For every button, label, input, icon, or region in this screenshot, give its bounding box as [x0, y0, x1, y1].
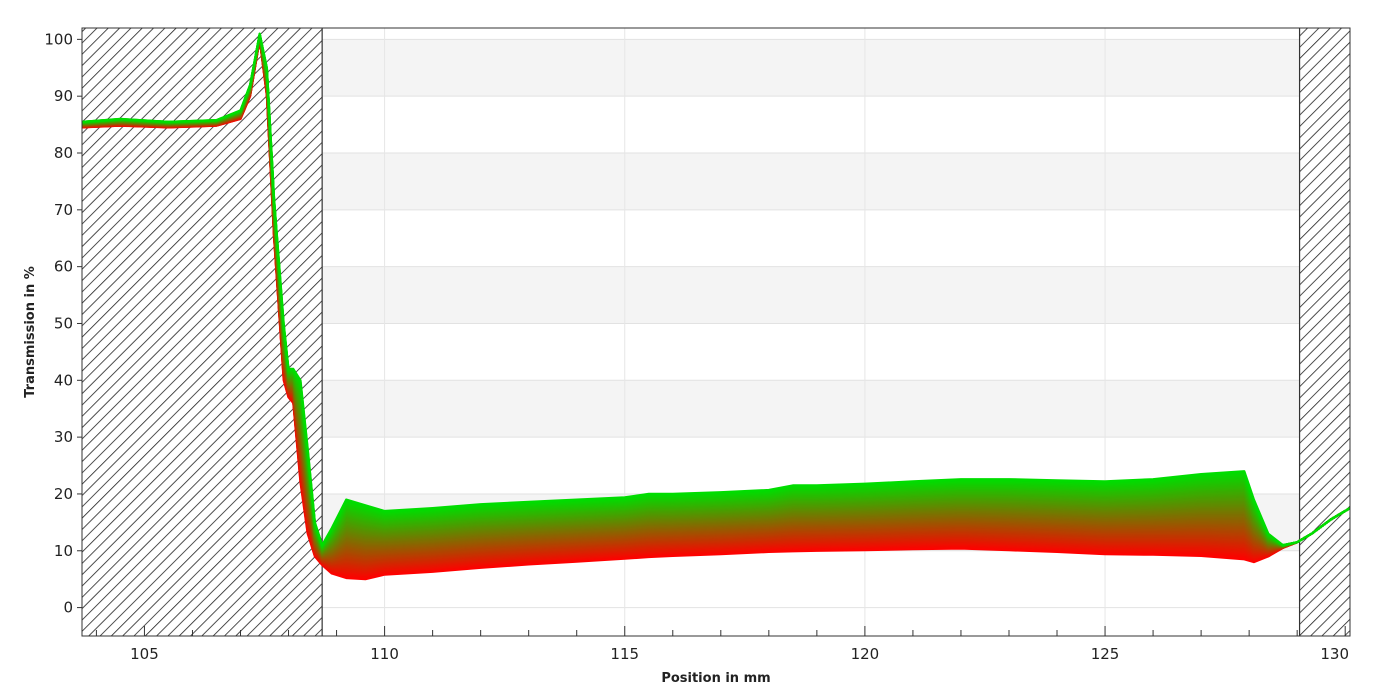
y-axis-title: Transmission in %	[23, 266, 38, 398]
y-tick-label: 100	[44, 30, 73, 48]
x-axis-title: Position in mm	[661, 671, 770, 686]
y-tick-label: 20	[54, 485, 73, 503]
y-tick-label: 60	[54, 258, 73, 276]
y-tick-label: 90	[54, 87, 73, 105]
x-tick-label: 125	[1091, 645, 1120, 663]
y-tick-label: 30	[54, 428, 73, 446]
excluded-region	[1299, 28, 1350, 636]
x-tick-label: 120	[851, 645, 880, 663]
y-tick-label: 40	[54, 371, 73, 389]
x-tick-label: 115	[610, 645, 639, 663]
y-tick-label: 50	[54, 314, 73, 332]
x-tick-label: 105	[130, 645, 159, 663]
y-tick-label: 0	[63, 599, 73, 617]
y-tick-label: 80	[54, 144, 73, 162]
transmission-chart: 0 10 20 30 40 50 60 70 80 90 100 105 110 115 120 125 130…	[23, 27, 1351, 686]
x-tick-label: 110	[370, 645, 399, 663]
y-tick-label: 70	[54, 201, 73, 219]
x-tick-label: 130	[1320, 645, 1349, 663]
y-tick-label: 10	[54, 542, 73, 560]
